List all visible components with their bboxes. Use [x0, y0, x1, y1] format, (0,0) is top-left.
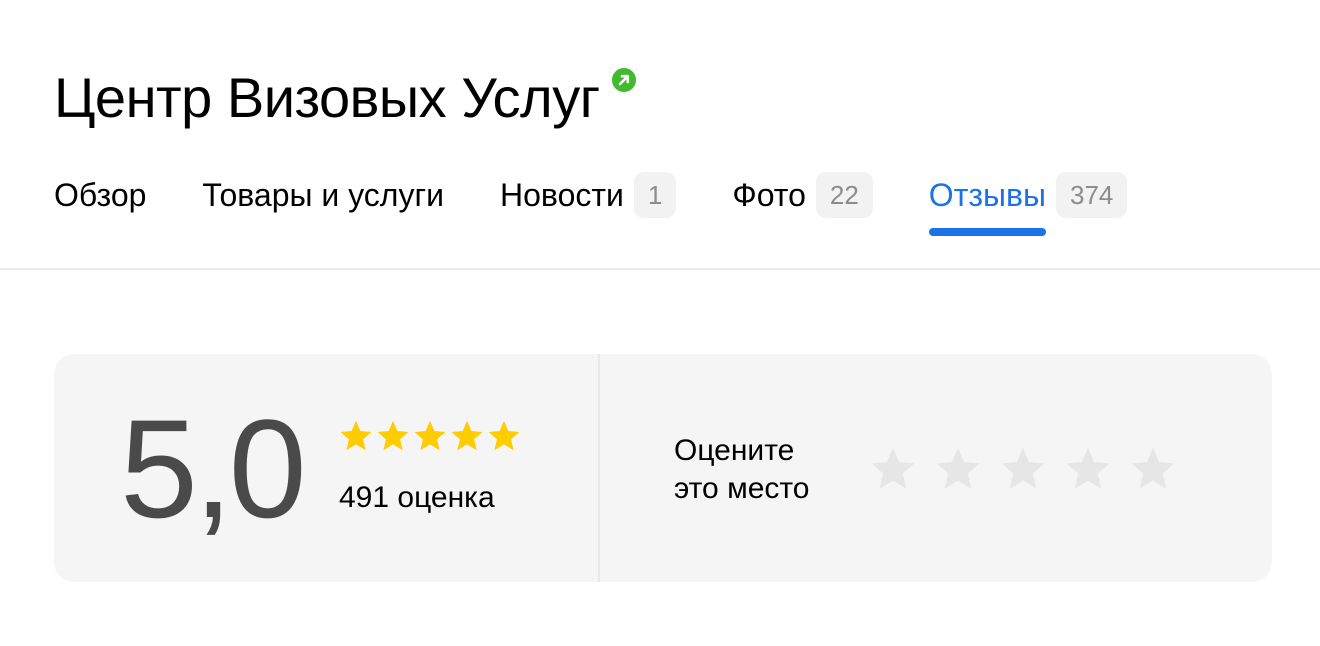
tab-overview[interactable]: Обзор [54, 168, 146, 222]
tab-label: Обзор [54, 177, 147, 213]
active-tab-indicator [928, 228, 1047, 236]
tab-count-badge: 22 [815, 172, 873, 218]
rating-stars [338, 418, 523, 454]
star-icon-empty[interactable] [868, 444, 918, 494]
star-icon-empty[interactable] [1128, 444, 1178, 494]
star-icon-filled [377, 420, 409, 451]
title-row: Центр Визовых Услуг [54, 62, 636, 134]
star-icon-empty[interactable] [998, 444, 1048, 494]
star-icon-filled [340, 420, 372, 451]
tab-count-badge: 1 [633, 172, 677, 218]
verified-arrow-icon-svg [611, 68, 636, 92]
tab-reviews[interactable]: Отзывы 374 [928, 168, 1128, 236]
rate-place-prompt: Оцените это место [674, 432, 809, 508]
star-icon-empty[interactable] [933, 444, 983, 494]
tab-label: Новости [500, 177, 624, 213]
rate-place-stars [868, 444, 1193, 494]
tab-news[interactable]: Новости 1 [500, 168, 677, 222]
star-icon-filled [451, 420, 483, 451]
star-icon-empty[interactable] [1063, 444, 1113, 494]
tabs-bar: Обзор Товары и услуги Новости 1 Фото 22 … [54, 168, 1183, 236]
tab-label: Фото [732, 177, 806, 213]
tab-count-badge: 374 [1056, 172, 1128, 218]
star-icon-filled [414, 420, 446, 451]
rating-card: 5,0 491 оценка Оцените это место [54, 354, 1272, 582]
verified-arrow-icon[interactable] [611, 68, 636, 92]
tab-goods-services[interactable]: Товары и услуги [202, 168, 444, 222]
organization-title: Центр Визовых Услуг [54, 66, 600, 129]
rate-prompt-line: Оцените [674, 434, 795, 467]
card-separator [598, 354, 600, 582]
header-divider [0, 268, 1320, 270]
rating-value: 5,0 [120, 390, 307, 547]
rating-count[interactable]: 491 оценка [339, 478, 495, 518]
tab-label: Отзывы [928, 177, 1047, 213]
tab-photos[interactable]: Фото 22 [732, 168, 873, 222]
rate-prompt-line: это место [674, 472, 810, 505]
tab-label: Товары и услуги [202, 177, 445, 213]
star-icon-filled [488, 420, 520, 451]
